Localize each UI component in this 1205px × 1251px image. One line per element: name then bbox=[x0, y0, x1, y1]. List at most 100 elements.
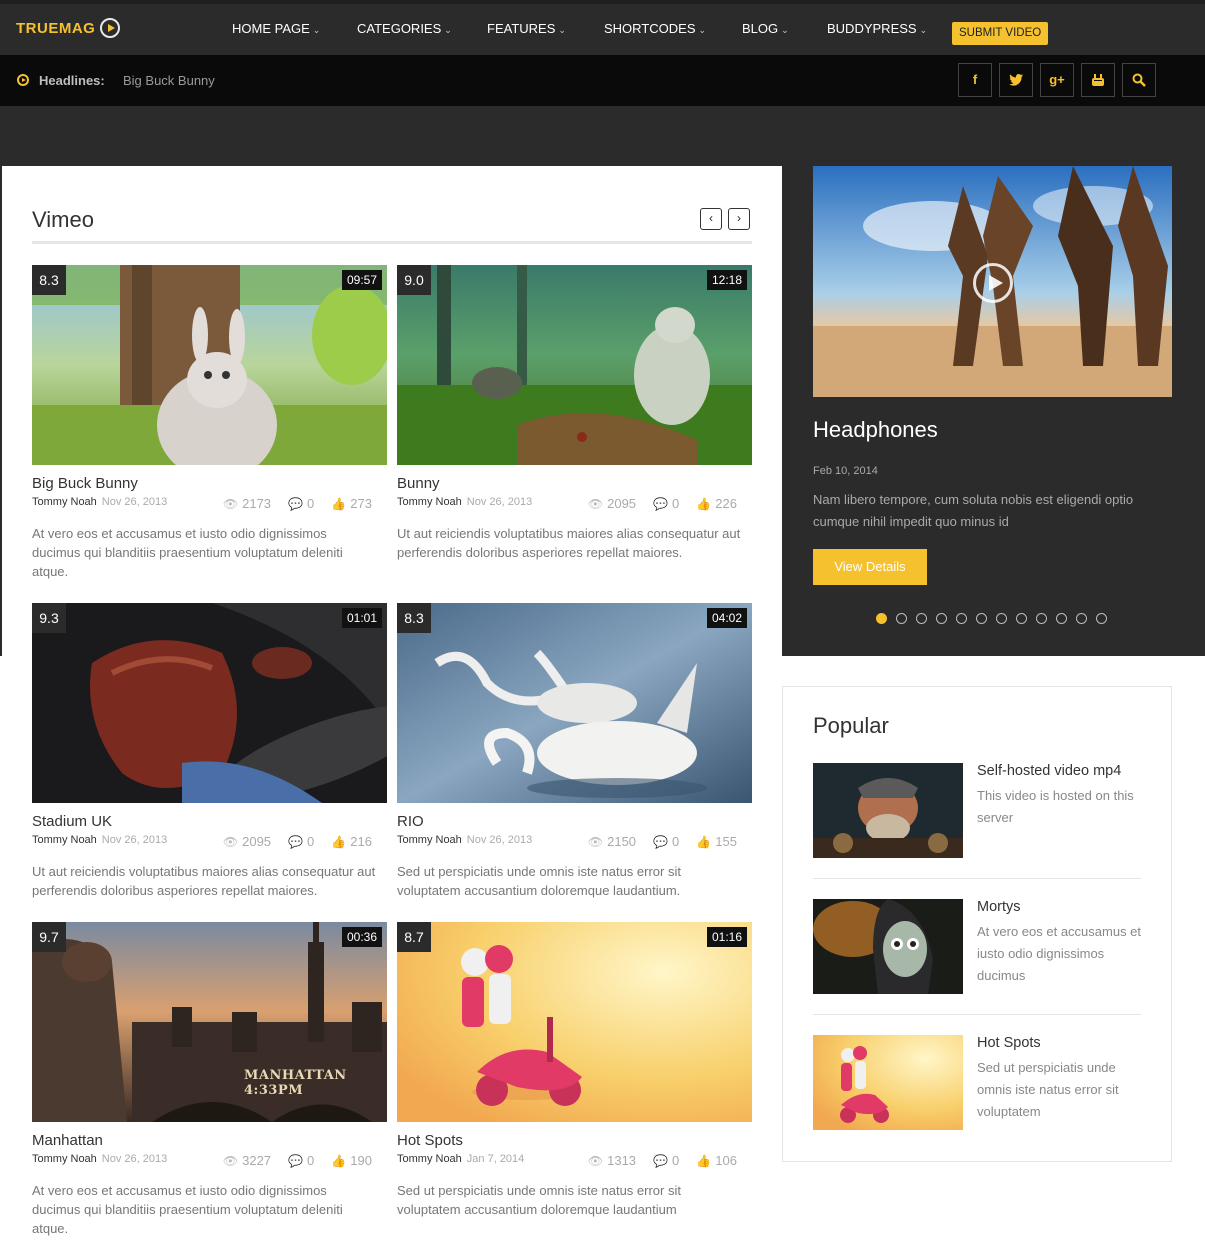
comments-count: 💬 0 bbox=[653, 834, 679, 849]
rating-badge: 9.7 bbox=[32, 922, 66, 952]
play-button-icon[interactable] bbox=[973, 263, 1013, 303]
slider-dot[interactable] bbox=[876, 613, 887, 624]
menu-item-categories[interactable]: CATEGORIES ⌄ bbox=[357, 21, 452, 36]
slider-dot[interactable] bbox=[956, 613, 967, 624]
eye-icon: 👁 bbox=[587, 497, 604, 511]
view-details-button[interactable]: View Details bbox=[813, 549, 927, 585]
video-title[interactable]: Stadium UK bbox=[32, 813, 387, 830]
video-date: Jan 7, 2014 bbox=[466, 1153, 525, 1165]
video-meta: Tommy Noah Nov 26, 2013 👁 2095 💬 0 👍 226 bbox=[397, 496, 752, 516]
divider bbox=[813, 878, 1141, 879]
likes-value: 106 bbox=[715, 1153, 737, 1168]
author-link[interactable]: Tommy Noah bbox=[32, 496, 97, 508]
next-arrow-button[interactable]: › bbox=[728, 208, 750, 230]
views-value: 2173 bbox=[242, 496, 272, 511]
slider-dot[interactable] bbox=[976, 613, 987, 624]
video-title[interactable]: Bunny bbox=[397, 475, 752, 492]
menu-item-features[interactable]: FEATURES ⌄ bbox=[487, 21, 566, 36]
likes-count: 👍 190 bbox=[331, 1153, 372, 1168]
popular-thumbnail[interactable] bbox=[813, 763, 963, 858]
likes-count: 👍 216 bbox=[331, 834, 372, 849]
slider-dot[interactable] bbox=[1076, 613, 1087, 624]
author-link[interactable]: Tommy Noah bbox=[397, 1153, 462, 1165]
slider-dot[interactable] bbox=[1056, 613, 1067, 624]
views-count: 👁 2150 bbox=[588, 834, 636, 849]
slider-dot[interactable] bbox=[896, 613, 907, 624]
author-link[interactable]: Tommy Noah bbox=[397, 496, 462, 508]
thumbs-up-icon: 👍 bbox=[696, 1154, 712, 1168]
submit-video-button[interactable]: SUBMIT VIDEO bbox=[952, 22, 1049, 45]
video-title[interactable]: Big Buck Bunny bbox=[32, 475, 387, 492]
eye-icon: 👁 bbox=[222, 835, 239, 849]
chevron-down-icon: ⌄ bbox=[312, 25, 321, 35]
duration-badge: 04:02 bbox=[706, 608, 747, 628]
comment-icon: 💬 bbox=[653, 497, 669, 511]
author-link[interactable]: Tommy Noah bbox=[32, 834, 97, 846]
menu-item-shortcodes[interactable]: SHORTCODES ⌄ bbox=[604, 21, 706, 36]
video-excerpt: At vero eos et accusamus et iusto odio d… bbox=[32, 526, 343, 579]
featured-title[interactable]: Headphones bbox=[813, 417, 938, 443]
views-value: 2095 bbox=[607, 496, 637, 511]
chevron-down-icon: ⌄ bbox=[444, 25, 452, 35]
video-card: 8.7 01:16 Hot Spots Tommy Noah Jan 7, 201… bbox=[397, 922, 752, 1219]
popular-item-title[interactable]: Hot Spots bbox=[977, 1035, 1041, 1051]
likes-value: 273 bbox=[350, 496, 372, 511]
slider-dot[interactable] bbox=[1096, 613, 1107, 624]
menu-item-label: BLOG bbox=[742, 21, 779, 36]
chevron-down-icon: ⌄ bbox=[919, 25, 928, 35]
likes-count: 👍 155 bbox=[696, 834, 737, 849]
featured-video-image[interactable] bbox=[813, 166, 1172, 397]
video-thumbnail-stadium-uk[interactable]: 9.3 01:01 bbox=[32, 603, 387, 803]
popular-thumbnail[interactable] bbox=[813, 899, 963, 994]
popular-title: Popular bbox=[813, 713, 889, 738]
section-divider bbox=[32, 241, 752, 244]
site-logo[interactable]: TRUEMAG bbox=[16, 18, 121, 38]
video-thumbnail-big-buck-bunny[interactable]: 8.3 09:57 bbox=[32, 265, 387, 465]
views-count: 👁 3227 bbox=[223, 1153, 271, 1168]
featured-description: Nam libero tempore, cum soluta nobis est… bbox=[813, 492, 1134, 529]
menu-item-blog[interactable]: BLOG ⌄ bbox=[742, 21, 789, 36]
video-date: Nov 26, 2013 bbox=[101, 496, 168, 508]
video-thumbnail-manhattan[interactable]: MANHATTAN 4:33PM 9.7 00:36 bbox=[32, 922, 387, 1122]
headline-link[interactable]: Big Buck Bunny bbox=[123, 73, 215, 88]
thumbs-up-icon: 👍 bbox=[331, 835, 347, 849]
menu-item-home-page[interactable]: HOME PAGE ⌄ bbox=[232, 21, 320, 36]
video-thumbnail-hot-spots[interactable]: 8.7 01:16 bbox=[397, 922, 752, 1122]
eye-icon: 👁 bbox=[587, 835, 604, 849]
facebook-icon[interactable]: f bbox=[958, 63, 992, 97]
popular-item-excerpt: This video is hosted on this server bbox=[977, 788, 1134, 825]
author-link[interactable]: Tommy Noah bbox=[32, 1153, 97, 1165]
search-icon[interactable] bbox=[1122, 63, 1156, 97]
slider-dot[interactable] bbox=[916, 613, 927, 624]
google-plus-icon[interactable]: g+ bbox=[1040, 63, 1074, 97]
comments-value: 0 bbox=[307, 496, 315, 511]
video-thumbnail-bunny[interactable]: 9.0 12:18 bbox=[397, 265, 752, 465]
menu-item-label: CATEGORIES bbox=[357, 21, 442, 36]
comments-value: 0 bbox=[672, 496, 680, 511]
video-title[interactable]: Hot Spots bbox=[397, 1132, 752, 1149]
comments-count: 💬 0 bbox=[288, 1153, 314, 1168]
video-title[interactable]: RIO bbox=[397, 813, 752, 830]
prev-arrow-button[interactable]: ‹ bbox=[700, 208, 722, 230]
popular-thumbnail[interactable] bbox=[813, 1035, 963, 1130]
youtube-icon[interactable] bbox=[1081, 63, 1115, 97]
popular-item-excerpt: At vero eos et accusamus et iusto odio d… bbox=[977, 924, 1142, 983]
video-thumbnail-rio[interactable]: 8.3 04:02 bbox=[397, 603, 752, 803]
slider-dot[interactable] bbox=[1036, 613, 1047, 624]
slider-dot[interactable] bbox=[1016, 613, 1027, 624]
divider bbox=[813, 1014, 1141, 1015]
menu-item-buddypress[interactable]: BUDDYPRESS ⌄ bbox=[827, 21, 927, 36]
popular-item-title[interactable]: Self-hosted video mp4 bbox=[977, 763, 1121, 779]
slider-dot[interactable] bbox=[936, 613, 947, 624]
video-meta: Tommy Noah Nov 26, 2013 👁 3227 💬 0 👍 190 bbox=[32, 1153, 387, 1173]
twitter-icon[interactable] bbox=[999, 63, 1033, 97]
video-meta: Tommy Noah Nov 26, 2013 👁 2150 💬 0 👍 155 bbox=[397, 834, 752, 854]
video-title[interactable]: Manhattan bbox=[32, 1132, 387, 1149]
video-date: Nov 26, 2013 bbox=[101, 834, 168, 846]
popular-item-title[interactable]: Mortys bbox=[977, 899, 1021, 915]
video-card: 9.0 12:18 Bunny Tommy Noah Nov 26, 2013 👁… bbox=[397, 265, 752, 562]
popular-widget: Popular Self-hosted video mp4 This video… bbox=[782, 686, 1172, 1162]
slider-dot[interactable] bbox=[996, 613, 1007, 624]
author-link[interactable]: Tommy Noah bbox=[397, 834, 462, 846]
chevron-down-icon: ⌄ bbox=[698, 25, 707, 35]
